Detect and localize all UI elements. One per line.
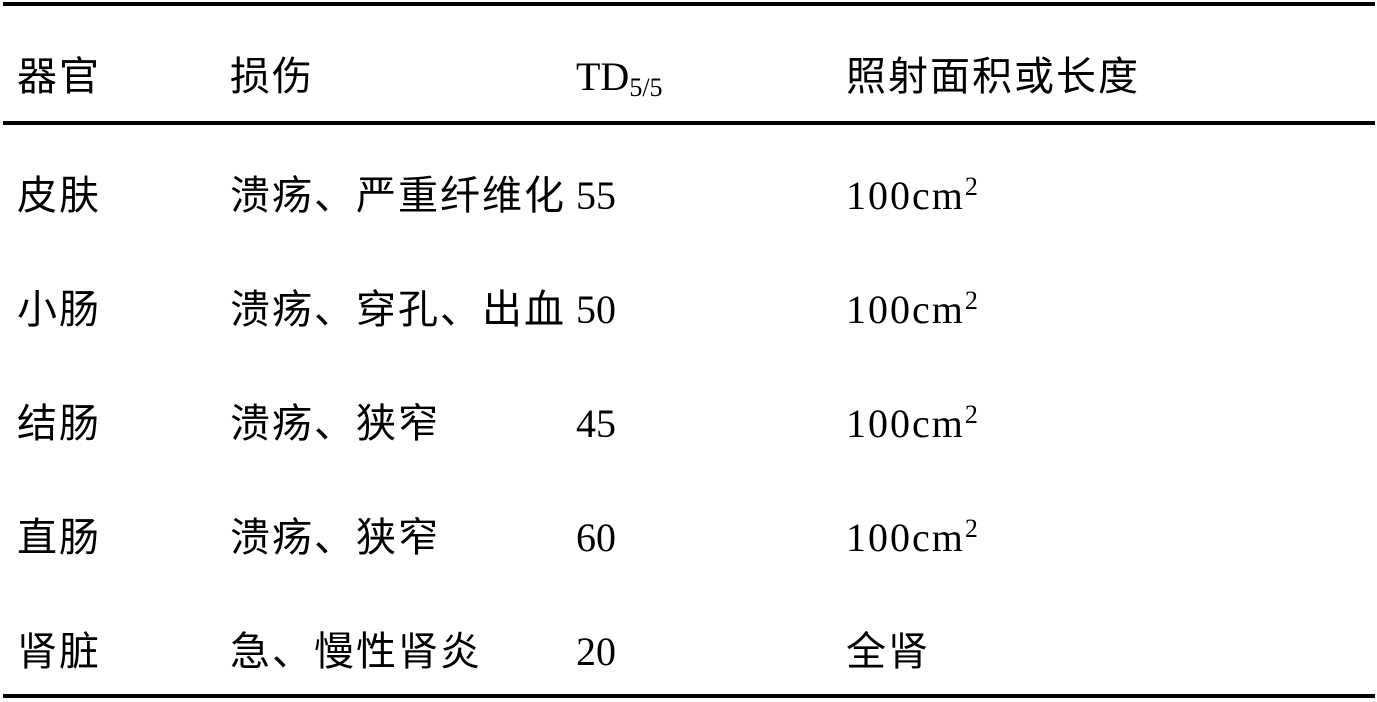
table-row: 皮肤 溃疡、严重纤维化 55 100cm2 bbox=[0, 166, 1377, 226]
cell-organ: 小肠 bbox=[17, 287, 101, 333]
header-damage: 损伤 bbox=[230, 54, 314, 100]
table-header-rule bbox=[3, 121, 1375, 125]
table-row: 直肠 溃疡、狭窄 60 100cm2 bbox=[0, 508, 1377, 568]
table-row: 小肠 溃疡、穿孔、出血 50 100cm2 bbox=[0, 280, 1377, 340]
cell-damage: 溃疡、狭窄 bbox=[230, 515, 440, 561]
header-td: TD5/5 bbox=[576, 47, 663, 107]
cell-td: 45 bbox=[576, 401, 616, 446]
cell-area-base: 100cm bbox=[846, 287, 965, 332]
cell-organ: 直肠 bbox=[17, 515, 101, 561]
cell-damage: 溃疡、狭窄 bbox=[230, 401, 440, 447]
cell-area-superscript: 2 bbox=[964, 400, 980, 429]
cell-area-base: 100cm bbox=[846, 515, 965, 560]
tolerance-dose-table: 器官 损伤 TD5/5 照射面积或长度 皮肤 溃疡、严重纤维化 55 100cm… bbox=[0, 0, 1377, 702]
table-header-row: 器官 损伤 TD5/5 照射面积或长度 bbox=[0, 47, 1377, 107]
cell-area-superscript: 2 bbox=[964, 172, 980, 201]
cell-td: 55 bbox=[576, 173, 616, 218]
cell-td: 60 bbox=[576, 515, 616, 560]
cell-organ: 皮肤 bbox=[17, 173, 101, 219]
cell-area: 100cm2 bbox=[846, 394, 980, 454]
cell-damage: 急、慢性肾炎 bbox=[230, 629, 482, 675]
cell-area: 100cm2 bbox=[846, 508, 980, 568]
header-td-base: TD bbox=[576, 54, 630, 99]
table-row: 结肠 溃疡、狭窄 45 100cm2 bbox=[0, 394, 1377, 454]
cell-td: 50 bbox=[576, 287, 616, 332]
table-row: 肾脏 急、慢性肾炎 20 全肾 bbox=[0, 622, 1377, 682]
cell-area-superscript: 2 bbox=[964, 514, 980, 543]
cell-damage: 溃疡、穿孔、出血 bbox=[230, 287, 566, 333]
cell-area-base: 100cm bbox=[846, 401, 965, 446]
header-td-subscript: 5/5 bbox=[629, 73, 663, 102]
cell-area: 100cm2 bbox=[846, 280, 980, 340]
header-organ: 器官 bbox=[17, 54, 101, 100]
cell-organ: 结肠 bbox=[17, 401, 101, 447]
table-top-rule bbox=[3, 2, 1375, 6]
header-area: 照射面积或长度 bbox=[846, 54, 1140, 99]
cell-organ: 肾脏 bbox=[17, 629, 101, 675]
cell-area-superscript: 2 bbox=[964, 286, 980, 315]
cell-area: 全肾 bbox=[846, 622, 930, 682]
cell-area-base: 100cm bbox=[846, 173, 965, 218]
cell-td: 20 bbox=[576, 629, 616, 674]
cell-area-base: 全肾 bbox=[846, 629, 930, 674]
cell-damage: 溃疡、严重纤维化 bbox=[230, 173, 566, 219]
cell-area: 100cm2 bbox=[846, 166, 980, 226]
table-bottom-rule bbox=[3, 694, 1375, 698]
